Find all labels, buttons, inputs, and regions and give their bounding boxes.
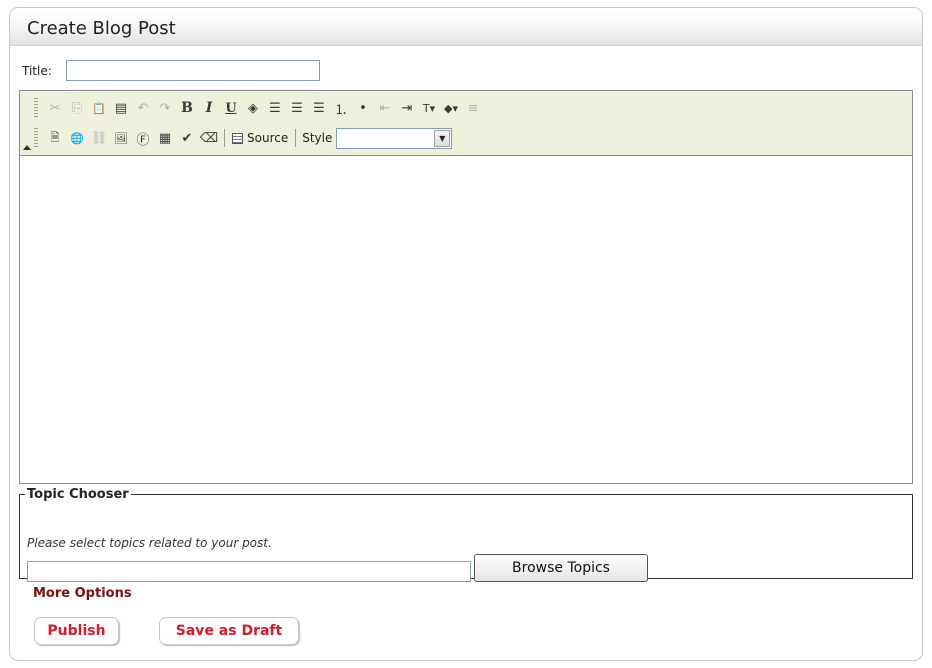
topic-chooser-hint: Please select topics related to your pos… xyxy=(27,536,272,550)
copy-icon[interactable]: ⎘ xyxy=(66,97,88,119)
paste-word-icon[interactable]: ▤ xyxy=(110,97,132,119)
toolbar-grip-icon[interactable] xyxy=(34,128,38,148)
toolbar-grip-icon[interactable] xyxy=(34,98,38,118)
underline-icon[interactable]: U xyxy=(220,97,242,119)
toolbar-row-1: ✂ ⎘ 📋 ▤ ↶ ↷ B I U ◈ ☰ ☰ ☰ ⒈ • ⇤ ⇥ T▾ ◆▾ ≡ xyxy=(34,96,484,120)
style-label: Style xyxy=(302,131,333,145)
outdent-icon[interactable]: ⇤ xyxy=(374,97,396,119)
document-icon[interactable]: 🗎 xyxy=(44,127,66,149)
publish-button[interactable]: Publish xyxy=(34,617,119,645)
table-icon[interactable]: ▦ xyxy=(154,127,176,149)
link-icon[interactable]: 🌐 xyxy=(66,127,88,149)
title-label: Title: xyxy=(22,64,52,78)
title-input[interactable] xyxy=(66,60,320,81)
align-right-icon[interactable]: ☰ xyxy=(308,97,330,119)
numbered-list-icon[interactable]: ⒈ xyxy=(330,97,352,119)
collapse-toolbar-icon[interactable] xyxy=(23,145,31,150)
eraser-icon[interactable]: ⌫ xyxy=(198,127,220,149)
flash-icon[interactable]: Ⓕ xyxy=(132,127,154,149)
panel-title: Create Blog Post xyxy=(10,8,922,46)
topic-chooser-legend: Topic Chooser xyxy=(27,487,129,502)
rich-text-editor: ✂ ⎘ 📋 ▤ ↶ ↷ B I U ◈ ☰ ☰ ☰ ⒈ • ⇤ ⇥ T▾ ◆▾ ≡ 🗎 🌐 ⛓ 🖼 Ⓕ ▦ ✔ ⌫ Source Sty… xyxy=(19,90,913,484)
special-char-icon[interactable]: ◈ xyxy=(242,97,264,119)
bg-color-icon[interactable]: ◆▾ xyxy=(440,97,462,119)
toolbar-separator xyxy=(295,129,297,147)
bold-icon[interactable]: B xyxy=(176,97,198,119)
editor-toolbar: ✂ ⎘ 📋 ▤ ↶ ↷ B I U ◈ ☰ ☰ ☰ ⒈ • ⇤ ⇥ T▾ ◆▾ ≡ 🗎 🌐 ⛓ 🖼 Ⓕ ▦ ✔ ⌫ Source Sty… xyxy=(20,91,912,156)
source-icon xyxy=(232,132,243,144)
undo-icon[interactable]: ↶ xyxy=(132,97,154,119)
more-options-link[interactable]: More Options xyxy=(33,586,132,601)
align-left-icon[interactable]: ☰ xyxy=(264,97,286,119)
browse-topics-button[interactable]: Browse Topics xyxy=(474,554,648,582)
topics-input[interactable] xyxy=(27,561,471,582)
style-dropdown[interactable]: ▼ xyxy=(336,127,453,149)
indent-icon[interactable]: ⇥ xyxy=(396,97,418,119)
horizontal-rule-icon[interactable]: ≡ xyxy=(462,97,484,119)
align-center-icon[interactable]: ☰ xyxy=(286,97,308,119)
image-icon[interactable]: 🖼 xyxy=(110,127,132,149)
paste-icon[interactable]: 📋 xyxy=(88,97,110,119)
toolbar-separator xyxy=(224,129,225,147)
spellcheck-icon[interactable]: ✔ xyxy=(176,127,198,149)
source-label: Source xyxy=(247,131,289,145)
source-button[interactable]: Source xyxy=(229,127,291,149)
text-color-icon[interactable]: T▾ xyxy=(418,97,440,119)
cut-icon[interactable]: ✂ xyxy=(44,97,66,119)
redo-icon[interactable]: ↷ xyxy=(154,97,176,119)
unlink-icon[interactable]: ⛓ xyxy=(88,127,110,149)
chevron-down-icon[interactable]: ▼ xyxy=(434,129,451,147)
editor-content-area[interactable] xyxy=(20,156,912,482)
topic-chooser: Topic Chooser Please select topics relat… xyxy=(19,487,913,582)
bulleted-list-icon[interactable]: • xyxy=(352,97,374,119)
save-as-draft-button[interactable]: Save as Draft xyxy=(159,617,299,645)
toolbar-row-2: 🗎 🌐 ⛓ 🖼 Ⓕ ▦ ✔ ⌫ Source Style ▼ xyxy=(34,126,453,150)
italic-icon[interactable]: I xyxy=(198,97,220,119)
